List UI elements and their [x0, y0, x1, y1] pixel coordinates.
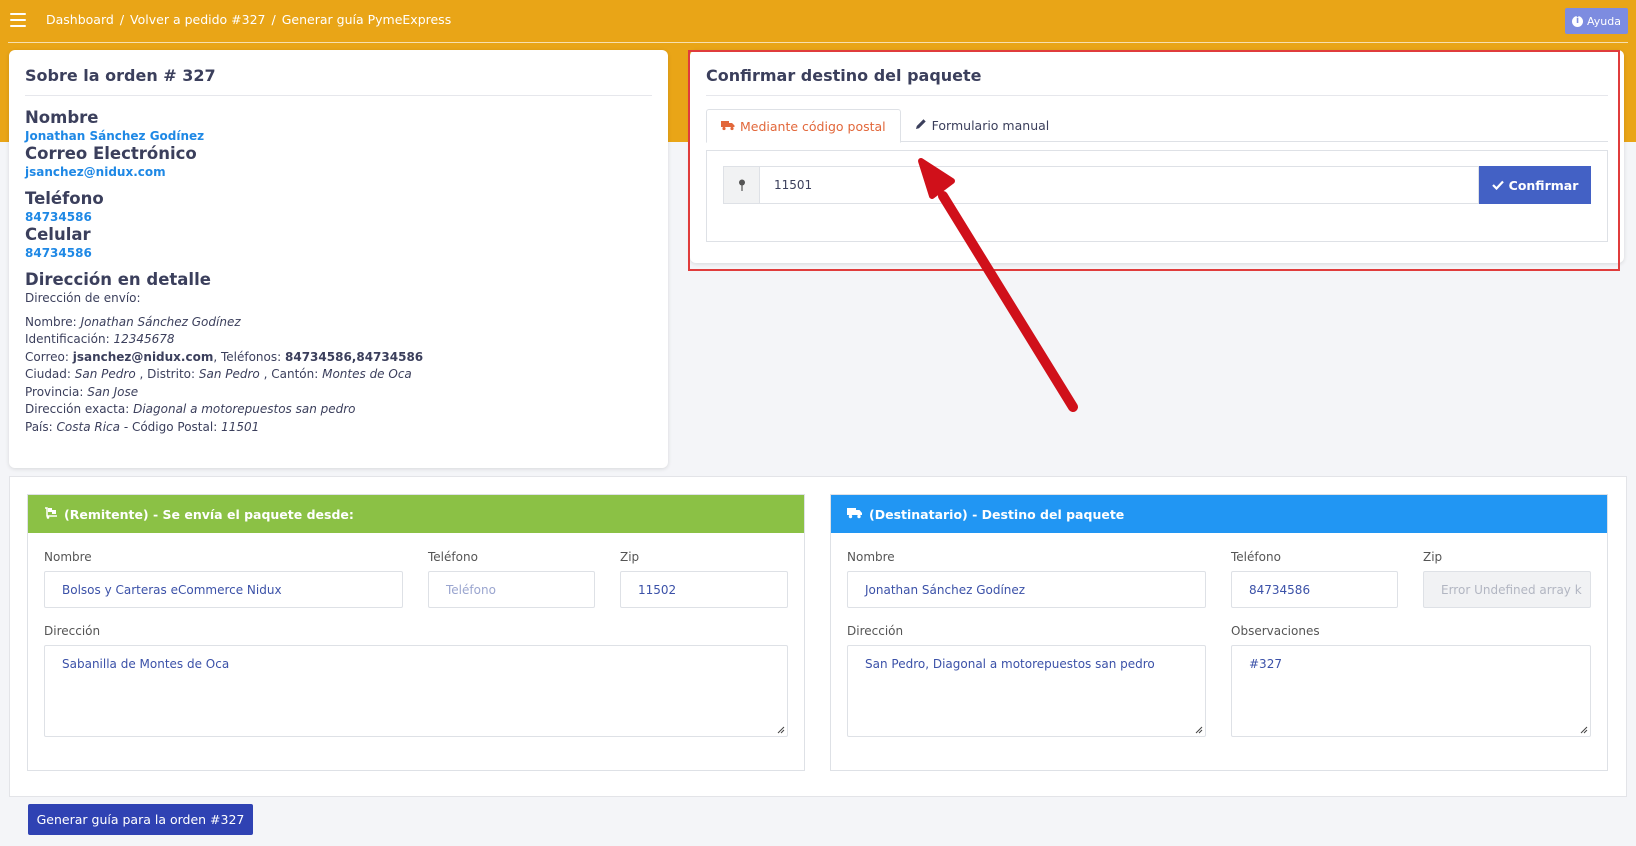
- receiver-phone-label: Teléfono: [1231, 550, 1281, 564]
- sender-address-text: Sabanilla de Montes de Oca: [62, 657, 230, 671]
- zip-input-group: Confirmar: [723, 166, 1591, 204]
- sender-address-label: Dirección: [44, 624, 101, 638]
- email-value[interactable]: jsanchez@nidux.com: [25, 164, 652, 180]
- receiver-zip-input: Error Undefined array k: [1423, 571, 1591, 608]
- help-button[interactable]: i Ayuda: [1565, 8, 1628, 34]
- generate-guide-button[interactable]: Generar guía para la orden #327: [28, 804, 253, 835]
- breadcrumb-dashboard[interactable]: Dashboard: [46, 12, 114, 27]
- order-info-card: Sobre la orden # 327 Nombre Jonathan Sán…: [9, 50, 668, 468]
- receiver-panel-header: (Destinatario) - Destino del paquete: [831, 495, 1607, 533]
- tab-postal-code[interactable]: Mediante código postal: [706, 109, 901, 143]
- receiver-address-label: Dirección: [847, 624, 904, 638]
- email-label: Correo Electrónico: [25, 144, 197, 163]
- detail-country-line: País: Costa Rica - Código Postal: 11501: [25, 419, 260, 434]
- destination-card: Confirmar destino del paquete Mediante c…: [690, 50, 1624, 263]
- sender-phone-label: Teléfono: [428, 550, 478, 564]
- order-card-title: Sobre la orden # 327: [25, 66, 652, 96]
- receiver-notes-label: Observaciones: [1231, 624, 1320, 638]
- sender-panel-header: (Remitente) - Se envía el paquete desde:: [28, 495, 804, 533]
- sender-name-label: Nombre: [44, 550, 92, 564]
- info-icon: i: [1572, 15, 1584, 27]
- breadcrumb-back-to-order[interactable]: Volver a pedido #327: [130, 12, 265, 27]
- receiver-zip-label: Zip: [1423, 550, 1443, 564]
- mobile-label: Celular: [25, 225, 91, 244]
- receiver-panel: (Destinatario) - Destino del paquete Nom…: [830, 494, 1608, 771]
- top-bar: Dashboard / Volver a pedido #327 / Gener…: [0, 0, 1636, 42]
- shipping-details: Nombre: Jonathan Sánchez Godínez Identif…: [25, 314, 652, 437]
- sender-panel-title: (Remitente) - Se envía el paquete desde:: [64, 506, 354, 522]
- receiver-name-input[interactable]: Jonathan Sánchez Godínez: [847, 571, 1206, 608]
- sender-panel: (Remitente) - Se envía el paquete desde:…: [27, 494, 805, 771]
- resize-grip-icon[interactable]: [776, 725, 785, 734]
- breadcrumb-current: Generar guía PymeExpress: [281, 12, 452, 27]
- tab-manual-form[interactable]: Formulario manual: [901, 109, 1064, 142]
- destination-card-title: Confirmar destino del paquete: [706, 66, 1608, 96]
- detail-contact-line: Correo: jsanchez@nidux.com, Teléfonos: 8…: [25, 349, 424, 364]
- confirm-button[interactable]: Confirmar: [1479, 166, 1591, 204]
- resize-grip-icon[interactable]: [1194, 725, 1203, 734]
- sender-zip-input[interactable]: 11502: [620, 571, 788, 608]
- address-detail-label: Dirección en detalle: [25, 270, 211, 289]
- menu-icon[interactable]: [10, 13, 26, 27]
- receiver-address-textarea[interactable]: San Pedro, Diagonal a motorepuestos san …: [847, 645, 1206, 737]
- guide-form-area: (Remitente) - Se envía el paquete desde:…: [9, 476, 1627, 797]
- pencil-icon: [915, 118, 927, 133]
- tab-manual-form-label: Formulario manual: [931, 118, 1050, 133]
- detail-city-line: Ciudad: San Pedro , Distrito: San Pedro …: [25, 367, 412, 381]
- map-pin-icon: [723, 166, 759, 204]
- breadcrumb-separator: /: [271, 12, 276, 27]
- truck-icon: [721, 119, 735, 134]
- receiver-phone-input[interactable]: 84734586: [1231, 571, 1398, 608]
- confirm-button-label: Confirmar: [1508, 177, 1579, 193]
- top-bar-divider: [8, 42, 1628, 43]
- receiver-notes-textarea[interactable]: #327: [1231, 645, 1591, 737]
- detail-province-line: Provincia: San Jose: [25, 384, 139, 399]
- sender-phone-input[interactable]: Teléfono: [428, 571, 595, 608]
- phone-label: Teléfono: [25, 189, 104, 208]
- tab-postal-code-label: Mediante código postal: [740, 118, 886, 134]
- shipping-address-label: Dirección de envío:: [25, 291, 141, 305]
- sender-address-textarea[interactable]: Sabanilla de Montes de Oca: [44, 645, 788, 737]
- dolly-icon: [44, 506, 58, 522]
- receiver-address-text: San Pedro, Diagonal a motorepuestos san …: [865, 657, 1155, 671]
- postal-code-pane: Confirmar: [706, 150, 1608, 242]
- breadcrumb-separator: /: [119, 12, 125, 27]
- sender-name-input[interactable]: Bolsos y Carteras eCommerce Nidux: [44, 571, 403, 608]
- receiver-name-label: Nombre: [847, 550, 895, 564]
- check-icon: [1491, 178, 1504, 193]
- resize-grip-icon[interactable]: [1579, 725, 1588, 734]
- name-value: Jonathan Sánchez Godínez: [25, 129, 205, 143]
- help-button-label: Ayuda: [1587, 14, 1621, 28]
- receiver-panel-title: (Destinatario) - Destino del paquete: [869, 506, 1125, 522]
- breadcrumb: Dashboard / Volver a pedido #327 / Gener…: [46, 12, 451, 27]
- zip-code-input[interactable]: [759, 166, 1479, 204]
- detail-exact-address-line: Dirección exacta: Diagonal a motorepuest…: [25, 402, 356, 416]
- destination-tabs: Mediante código postal Formulario manual: [706, 109, 1608, 143]
- detail-id-line: Identificación: 12345678: [25, 332, 175, 346]
- phone-value[interactable]: 84734586: [25, 209, 652, 225]
- name-label: Nombre: [25, 108, 99, 127]
- receiver-notes-text: #327: [1249, 657, 1282, 671]
- truck-icon: [847, 507, 863, 522]
- mobile-value[interactable]: 84734586: [25, 245, 652, 261]
- sender-zip-label: Zip: [620, 550, 640, 564]
- detail-name-line: Nombre: Jonathan Sánchez Godínez: [25, 314, 241, 329]
